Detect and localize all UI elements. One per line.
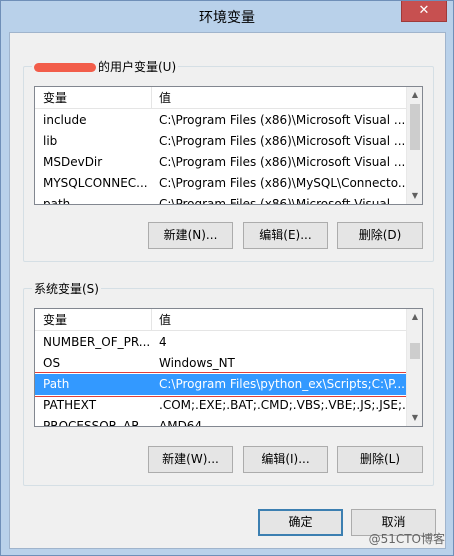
var-value: C:\Program Files (x86)\Microsoft Visual …	[159, 197, 406, 205]
system-var-row[interactable]: NUMBER_OF_PR... 4	[35, 332, 406, 353]
var-name: MYSQLCONNEC...	[43, 176, 148, 190]
scroll-up-arrow-icon[interactable]: ▲	[407, 309, 422, 325]
var-name: PATHEXT	[43, 398, 97, 412]
user-vars-label: 的用户变量(U)	[32, 58, 179, 75]
var-name: include	[43, 113, 87, 127]
system-vars-scrollbar[interactable]: ▲ ▼	[406, 309, 422, 426]
user-var-row[interactable]: lib C:\Program Files (x86)\Microsoft Vis…	[35, 131, 406, 152]
system-vars-header: 变量 值	[35, 309, 406, 331]
dialog-client: 的用户变量(U) 变量 值 include C:\Program Files (…	[9, 32, 446, 549]
user-var-row[interactable]: MYSQLCONNEC... C:\Program Files (x86)\My…	[35, 173, 408, 194]
user-vars-group: 的用户变量(U) 变量 值 include C:\Program Files (…	[23, 58, 434, 262]
system-vars-label: 系统变量(S)	[32, 280, 101, 297]
var-name: PROCESSOR_AR...	[43, 419, 151, 427]
column-header-value[interactable]: 值	[151, 309, 408, 331]
scroll-thumb[interactable]	[410, 343, 420, 359]
var-name: path	[43, 197, 71, 205]
scroll-up-arrow-icon[interactable]: ▲	[407, 87, 422, 103]
user-var-row[interactable]: include C:\Program Files (x86)\Microsoft…	[35, 110, 406, 131]
system-new-button[interactable]: 新建(W)...	[148, 446, 233, 473]
user-vars-scrollbar[interactable]: ▲ ▼	[406, 87, 422, 204]
red-highlight-annotation	[35, 372, 420, 397]
column-header-variable[interactable]: 变量	[35, 87, 151, 109]
scroll-down-arrow-icon[interactable]: ▼	[407, 188, 422, 204]
scroll-thumb[interactable]	[410, 104, 420, 150]
scroll-down-arrow-icon[interactable]: ▼	[407, 410, 422, 426]
system-var-row[interactable]: PATHEXT .COM;.EXE;.BAT;.CMD;.VBS;.VBE;.J…	[35, 395, 408, 416]
user-delete-button[interactable]: 删除(D)	[337, 222, 423, 249]
user-var-row[interactable]: path C:\Program Files (x86)\Microsoft Vi…	[35, 194, 406, 205]
var-name: MSDevDir	[43, 155, 103, 169]
var-name: NUMBER_OF_PR...	[43, 335, 151, 349]
close-button[interactable]: ✕	[401, 1, 447, 22]
env-vars-window: 环境变量 ✕ 的用户变量(U) 变量 值 include C:\Program …	[0, 0, 454, 556]
user-vars-list[interactable]: 变量 值 include C:\Program Files (x86)\Micr…	[34, 86, 423, 205]
var-value: Windows_NT	[159, 356, 235, 370]
var-value: C:\Program Files (x86)\Microsoft Visual …	[159, 113, 406, 127]
var-value: C:\Program Files (x86)\MySQL\Connecto...	[159, 176, 408, 190]
system-edit-button[interactable]: 编辑(I)...	[243, 446, 328, 473]
system-var-row[interactable]: OS Windows_NT	[35, 353, 406, 374]
system-delete-button[interactable]: 删除(L)	[337, 446, 423, 473]
system-var-row[interactable]: PROCESSOR_AR... AMD64	[35, 416, 406, 427]
var-value: C:\Program Files (x86)\Microsoft Visual …	[159, 134, 406, 148]
var-value: C:\Program Files (x86)\Microsoft Visual …	[159, 155, 406, 169]
var-value: AMD64	[159, 419, 203, 427]
column-header-variable[interactable]: 变量	[35, 309, 151, 331]
var-name: lib	[43, 134, 58, 148]
user-new-button[interactable]: 新建(N)...	[148, 222, 233, 249]
system-vars-group: 系统变量(S) 变量 值 NUMBER_OF_PR... 4 OS Window…	[23, 280, 434, 486]
system-vars-list[interactable]: 变量 值 NUMBER_OF_PR... 4 OS Windows_NT Pat…	[34, 308, 423, 427]
user-var-row[interactable]: MSDevDir C:\Program Files (x86)\Microsof…	[35, 152, 406, 173]
window-title: 环境变量	[199, 10, 255, 26]
title-bar[interactable]: 环境变量 ✕	[1, 1, 453, 31]
var-value: 4	[159, 335, 167, 349]
redacted-username-mark	[34, 63, 96, 72]
var-value: .COM;.EXE;.BAT;.CMD;.VBS;.VBE;.JS;.JSE;.…	[159, 398, 408, 412]
user-vars-header: 变量 值	[35, 87, 406, 109]
user-edit-button[interactable]: 编辑(E)...	[243, 222, 328, 249]
watermark: @51CTO博客	[368, 532, 445, 546]
var-name: OS	[43, 356, 61, 370]
column-header-value[interactable]: 值	[151, 87, 408, 109]
ok-button[interactable]: 确定	[258, 509, 343, 536]
